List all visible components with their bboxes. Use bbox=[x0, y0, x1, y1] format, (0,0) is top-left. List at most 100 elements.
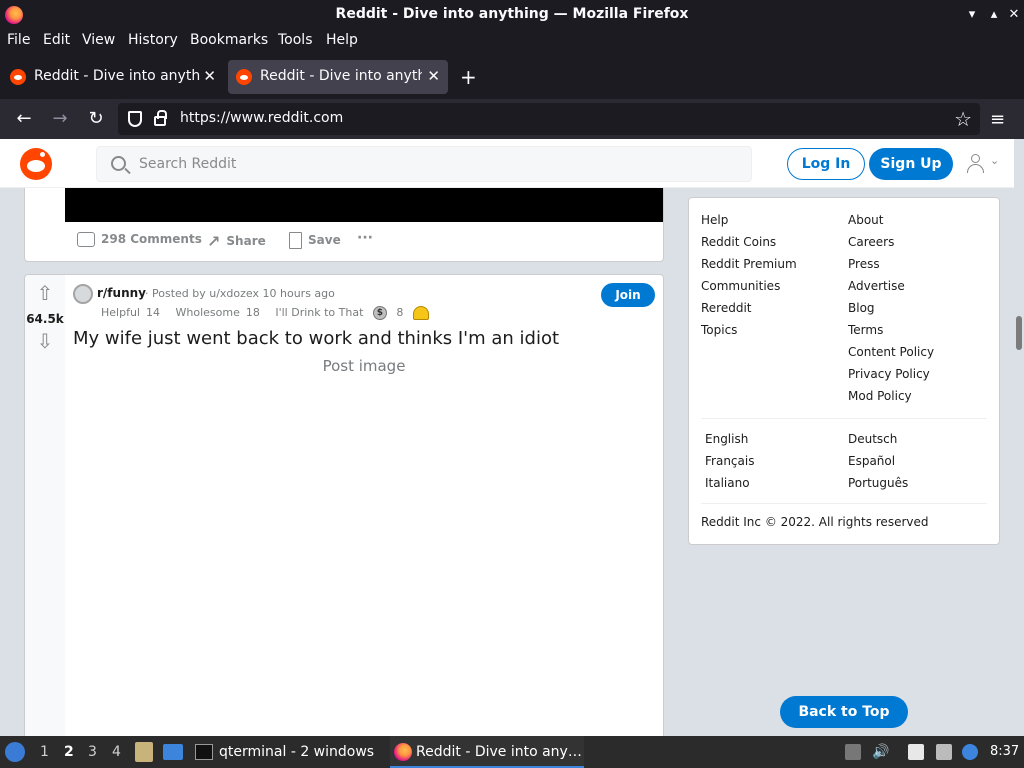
close-window-button[interactable]: ✕ bbox=[1004, 5, 1024, 25]
tab-bar: Reddit - Dive into anything ✕ Reddit - D… bbox=[0, 58, 1024, 98]
posted-by: · Posted by u/xdozex 10 hours ago bbox=[145, 287, 335, 300]
task-firefox[interactable]: Reddit - Dive into any… bbox=[390, 736, 584, 768]
search-box[interactable] bbox=[96, 146, 752, 182]
join-button[interactable]: Join bbox=[601, 283, 655, 307]
tab-label: Reddit - Dive into anything bbox=[260, 68, 422, 84]
search-icon bbox=[111, 156, 126, 171]
minimize-button[interactable]: ▾ bbox=[962, 5, 982, 25]
save-button[interactable]: Save bbox=[289, 232, 341, 249]
link-help[interactable]: Help bbox=[701, 213, 728, 227]
task-label: Reddit - Dive into any… bbox=[416, 744, 582, 760]
more-options-button[interactable]: ··· bbox=[357, 230, 373, 246]
menu-help[interactable]: Help bbox=[326, 32, 358, 48]
lang-francais[interactable]: Français bbox=[705, 454, 754, 468]
link-careers[interactable]: Careers bbox=[848, 235, 894, 249]
back-to-top-button[interactable]: Back to Top bbox=[780, 696, 908, 728]
tab-2[interactable]: Reddit - Dive into anything ✕ bbox=[228, 60, 448, 94]
subreddit-link[interactable]: r/funny bbox=[97, 286, 146, 300]
screen: Reddit - Dive into anything — Mozilla Fi… bbox=[0, 0, 1024, 768]
page-scrollbar[interactable] bbox=[1014, 139, 1024, 736]
signup-button[interactable]: Sign Up bbox=[869, 148, 953, 180]
comments-button[interactable]: 298 Comments bbox=[77, 232, 202, 247]
url-text[interactable]: https://www.reddit.com bbox=[180, 110, 343, 126]
menu-history[interactable]: History bbox=[128, 32, 178, 48]
lang-deutsch[interactable]: Deutsch bbox=[848, 432, 897, 446]
menu-bookmarks[interactable]: Bookmarks bbox=[190, 32, 268, 48]
close-tab-icon[interactable]: ✕ bbox=[427, 67, 440, 85]
tray-storage-icon[interactable] bbox=[845, 744, 861, 760]
subreddit-avatar[interactable] bbox=[73, 284, 93, 304]
post-card[interactable]: ⇧ 64.5k ⇩ r/funny · Posted by u/xdozex 1… bbox=[24, 274, 664, 736]
workspace-2[interactable]: 2 bbox=[64, 744, 74, 760]
close-tab-icon[interactable]: ✕ bbox=[203, 67, 216, 85]
link-privacy-policy[interactable]: Privacy Policy bbox=[848, 367, 930, 381]
clipboard-icon[interactable] bbox=[908, 744, 924, 760]
tab-1[interactable]: Reddit - Dive into anything ✕ bbox=[2, 60, 224, 94]
back-button[interactable]: ← bbox=[12, 107, 36, 131]
link-advertise[interactable]: Advertise bbox=[848, 279, 905, 293]
divider bbox=[701, 418, 987, 419]
downvote-icon[interactable]: ⇩ bbox=[35, 331, 55, 351]
link-rereddit[interactable]: Rereddit bbox=[701, 301, 752, 315]
link-content-policy[interactable]: Content Policy bbox=[848, 345, 934, 359]
share-button[interactable]: ↗ Share bbox=[207, 232, 266, 251]
menu-view[interactable]: View bbox=[82, 32, 115, 48]
file-manager-icon[interactable] bbox=[135, 742, 153, 762]
post-image-placeholder[interactable]: Post image bbox=[65, 357, 663, 375]
menu-edit[interactable]: Edit bbox=[43, 32, 70, 48]
link-terms[interactable]: Terms bbox=[848, 323, 883, 337]
task-qterminal[interactable]: qterminal - 2 windows bbox=[195, 736, 374, 768]
reddit-favicon-icon bbox=[10, 69, 26, 85]
workspace-4[interactable]: 4 bbox=[112, 744, 121, 760]
link-reddit-coins[interactable]: Reddit Coins bbox=[701, 235, 776, 249]
link-blog[interactable]: Blog bbox=[848, 301, 875, 315]
workspace-1[interactable]: 1 bbox=[40, 744, 49, 760]
lang-english[interactable]: English bbox=[705, 432, 748, 446]
tracking-shield-icon[interactable] bbox=[128, 111, 142, 127]
link-press[interactable]: Press bbox=[848, 257, 880, 271]
firefox-icon bbox=[394, 743, 412, 761]
volume-icon[interactable]: 🔊 bbox=[872, 744, 889, 760]
lang-espanol[interactable]: Español bbox=[848, 454, 895, 468]
comment-icon bbox=[77, 232, 95, 247]
bookmark-star-icon[interactable]: ☆ bbox=[954, 107, 972, 131]
maximize-button[interactable]: ▴ bbox=[984, 5, 1004, 25]
search-input[interactable] bbox=[139, 153, 739, 175]
workspace-3[interactable]: 3 bbox=[88, 744, 97, 760]
gold-award-icon bbox=[412, 306, 429, 320]
menu-file[interactable]: File bbox=[7, 32, 30, 48]
share-label: Share bbox=[226, 234, 266, 248]
awards-row[interactable]: Helpful 14 Wholesome 18 I'll Drink to That… bbox=[101, 306, 435, 320]
url-bar[interactable]: https://www.reddit.com ☆ bbox=[118, 103, 980, 135]
notification-icon[interactable] bbox=[962, 744, 978, 760]
network-icon[interactable] bbox=[936, 744, 952, 760]
new-tab-button[interactable]: + bbox=[460, 65, 477, 89]
post-media[interactable] bbox=[65, 188, 663, 222]
login-button[interactable]: Log In bbox=[787, 148, 865, 180]
lock-icon[interactable] bbox=[154, 110, 167, 126]
lang-portugues[interactable]: Português bbox=[848, 476, 908, 490]
link-communities[interactable]: Communities bbox=[701, 279, 780, 293]
start-menu-icon[interactable] bbox=[5, 742, 25, 762]
menu-tools[interactable]: Tools bbox=[278, 32, 313, 48]
link-mod-policy[interactable]: Mod Policy bbox=[848, 389, 912, 403]
vote-count: 64.5k bbox=[26, 312, 64, 326]
user-menu-button[interactable]: ⌄ bbox=[966, 152, 1004, 176]
award-name: Wholesome bbox=[175, 306, 240, 319]
app-menu-icon[interactable]: ≡ bbox=[990, 109, 1005, 130]
chevron-down-icon: ⌄ bbox=[990, 154, 1000, 167]
terminal-icon bbox=[195, 744, 213, 760]
reload-button[interactable]: ↻ bbox=[84, 107, 108, 131]
forward-button[interactable]: → bbox=[48, 107, 72, 131]
reddit-logo-icon[interactable] bbox=[20, 148, 52, 180]
show-desktop-icon[interactable] bbox=[163, 744, 183, 760]
lang-italiano[interactable]: Italiano bbox=[705, 476, 750, 490]
link-about[interactable]: About bbox=[848, 213, 883, 227]
tab-label: Reddit - Dive into anything bbox=[34, 68, 200, 84]
upvote-icon[interactable]: ⇧ bbox=[35, 283, 55, 303]
post-title[interactable]: My wife just went back to work and think… bbox=[73, 328, 559, 349]
scrollbar-thumb[interactable] bbox=[1016, 316, 1022, 350]
clock: 8:37 bbox=[990, 744, 1020, 759]
link-topics[interactable]: Topics bbox=[701, 323, 737, 337]
link-reddit-premium[interactable]: Reddit Premium bbox=[701, 257, 797, 271]
